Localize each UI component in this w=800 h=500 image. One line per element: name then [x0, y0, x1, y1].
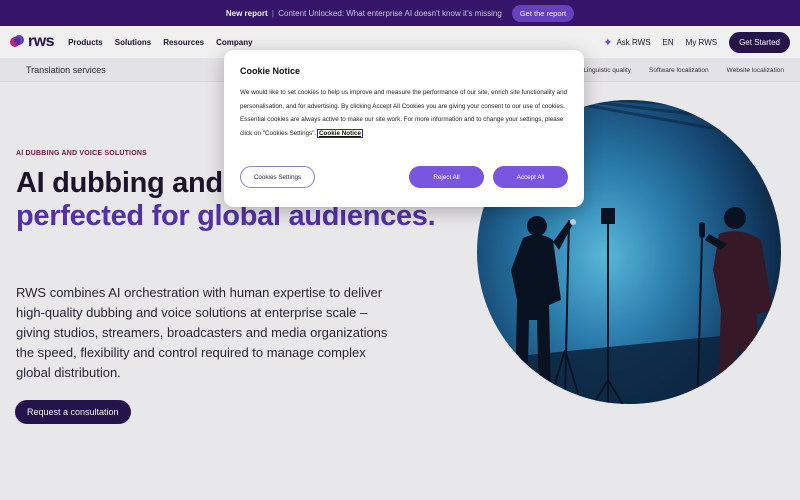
reject-all-button[interactable]: Reject All	[409, 166, 484, 188]
cookies-settings-button[interactable]: Cookies Settings	[240, 166, 315, 188]
cookie-notice-title: Cookie Notice	[240, 66, 301, 76]
cookie-notice-link[interactable]: Cookie Notice	[316, 128, 363, 138]
accept-all-button[interactable]: Accept All	[493, 166, 568, 188]
cookie-notice-body: We would like to set cookies to help us …	[240, 89, 568, 137]
cookie-notice-dialog: Cookie Notice We would like to set cooki…	[224, 50, 584, 207]
cookie-notice-text: We would like to set cookies to help us …	[240, 86, 568, 140]
cookie-buttons: Cookies Settings Reject All Accept All	[240, 166, 568, 188]
